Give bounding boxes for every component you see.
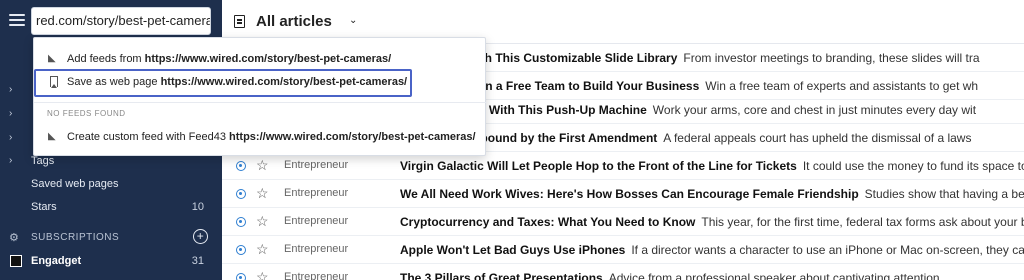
- sidebar-item-label: Saved web pages: [31, 178, 119, 190]
- stars-count: 10: [191, 201, 204, 213]
- article-row[interactable]: ☆ Entrepreneur Cryptocurrency and Taxes:…: [222, 208, 1024, 236]
- option-label: Add feeds from https://www.wired.com/sto…: [67, 53, 391, 65]
- article-text[interactable]: Virgin Galactic Will Let People Hop to t…: [400, 159, 1024, 173]
- article-snippet: If a director wants a character to use a…: [631, 243, 1024, 257]
- rss-icon: ◣: [48, 53, 56, 64]
- article-text[interactable]: kout Anywhere With This Push-Up Machine W…: [400, 103, 976, 117]
- article-headline: Cryptocurrency and Taxes: What You Need …: [400, 215, 696, 229]
- star-icon[interactable]: ☆: [256, 241, 269, 258]
- article-text[interactable]: Apple Won't Let Bad Guys Use iPhones If a…: [400, 243, 1024, 257]
- unread-dot-icon[interactable]: [236, 161, 246, 171]
- article-snippet: This year, for the first time, federal t…: [701, 215, 1024, 229]
- add-subscription-icon[interactable]: +: [193, 229, 208, 244]
- article-snippet: Work your arms, core and chest in just m…: [652, 103, 977, 117]
- article-headline: Apple Won't Let Bad Guys Use iPhones: [400, 243, 626, 257]
- article-headline: Virgin Galactic Will Let People Hop to t…: [400, 159, 797, 173]
- subscriptions-label: SUBSCRIPTIONS: [31, 232, 120, 243]
- article-snippet: Advice from a professional speaker about…: [608, 271, 940, 280]
- star-icon[interactable]: ☆: [256, 157, 269, 174]
- option-url: https://www.wired.com/story/best-pet-cam…: [144, 53, 392, 65]
- star-icon[interactable]: ☆: [256, 185, 269, 202]
- article-text[interactable]: The 3 Pillars of Great Presentations Advi…: [400, 271, 940, 280]
- sidebar-item-stars[interactable]: Stars 10: [0, 197, 222, 219]
- chevron-down-icon[interactable]: ⌄: [349, 15, 357, 26]
- unread-dot-icon[interactable]: [236, 273, 246, 280]
- subscriptions-header: ⚙ SUBSCRIPTIONS +: [0, 228, 222, 248]
- unread-dot-icon[interactable]: [236, 189, 246, 199]
- add-feeds-option[interactable]: ◣ Add feeds from https://www.wired.com/s…: [34, 48, 487, 70]
- feed-count: 31: [191, 255, 204, 267]
- create-custom-feed-option[interactable]: ◣ Create custom feed with Feed43 https:/…: [34, 126, 487, 148]
- sidebar-feed-engadget[interactable]: Engadget 31: [0, 252, 222, 272]
- add-feed-dropdown: ◣ Add feeds from https://www.wired.com/s…: [33, 37, 487, 156]
- star-icon[interactable]: ☆: [256, 269, 269, 280]
- feed-label: Engadget: [31, 255, 82, 267]
- article-row[interactable]: ☆ Entrepreneur Virgin Galactic Will Let …: [222, 152, 1024, 180]
- article-source: Entrepreneur: [284, 271, 349, 280]
- divider: [34, 102, 487, 103]
- unread-dot-icon[interactable]: [236, 217, 246, 227]
- url-input-text: red.com/story/best-pet-cameras/: [36, 13, 211, 28]
- sidebar-item-label: Stars: [31, 201, 57, 213]
- option-url: https://www.wired.com/story/best-pet-cam…: [229, 131, 476, 143]
- unread-dot-icon[interactable]: [236, 245, 246, 255]
- no-feeds-found-label: NO FEEDS FOUND: [47, 109, 126, 118]
- star-icon[interactable]: ☆: [256, 213, 269, 230]
- article-source: Entrepreneur: [284, 187, 349, 199]
- article-source: Entrepreneur: [284, 243, 349, 255]
- article-source: Entrepreneur: [284, 215, 349, 227]
- article-text[interactable]: Cryptocurrency and Taxes: What You Need …: [400, 215, 1024, 229]
- page-title[interactable]: All articles: [256, 13, 332, 30]
- sidebar-item-label: Tags: [31, 155, 55, 167]
- rss-icon: ◣: [48, 131, 56, 142]
- highlight-box: [34, 69, 412, 97]
- app-window: › › › › Tags Saved web pages Stars 10 ⚙ …: [0, 0, 1024, 280]
- engadget-icon: [10, 255, 22, 267]
- option-prefix: Create custom feed with Feed43: [67, 131, 230, 143]
- chevron-right-icon: ›: [9, 132, 13, 143]
- chevron-right-icon: ›: [9, 108, 13, 119]
- sidebar-item-saved-web-pages[interactable]: Saved web pages: [0, 174, 222, 196]
- article-snippet: Studies show that having a best friend a: [864, 187, 1024, 201]
- article-snippet: Win a free team of experts and assistant…: [705, 79, 979, 93]
- article-snippet: A federal appeals court has upheld the d…: [663, 131, 972, 145]
- article-snippet: From investor meetings to branding, thes…: [683, 51, 980, 65]
- article-headline: We All Need Work Wives: Here's How Bosse…: [400, 187, 859, 201]
- article-row[interactable]: ☆ Entrepreneur Apple Won't Let Bad Guys …: [222, 236, 1024, 264]
- article-source: Entrepreneur: [284, 159, 349, 171]
- url-search-input[interactable]: red.com/story/best-pet-cameras/: [31, 7, 211, 35]
- article-headline: The 3 Pillars of Great Presentations: [400, 271, 603, 280]
- article-text[interactable]: We All Need Work Wives: Here's How Bosse…: [400, 187, 1024, 201]
- chevron-right-icon: ›: [9, 84, 13, 95]
- gear-icon[interactable]: ⚙: [9, 231, 19, 244]
- option-label: Create custom feed with Feed43 https://w…: [67, 131, 476, 143]
- option-prefix: Add feeds from: [67, 53, 145, 65]
- articles-icon: [234, 15, 245, 28]
- article-row[interactable]: ☆ Entrepreneur The 3 Pillars of Great Pr…: [222, 264, 1024, 280]
- hamburger-menu-icon[interactable]: [9, 14, 25, 28]
- chevron-right-icon: ›: [9, 155, 13, 166]
- article-row[interactable]: ☆ Entrepreneur We All Need Work Wives: H…: [222, 180, 1024, 208]
- article-snippet: It could use the money to fund its space…: [802, 159, 1024, 173]
